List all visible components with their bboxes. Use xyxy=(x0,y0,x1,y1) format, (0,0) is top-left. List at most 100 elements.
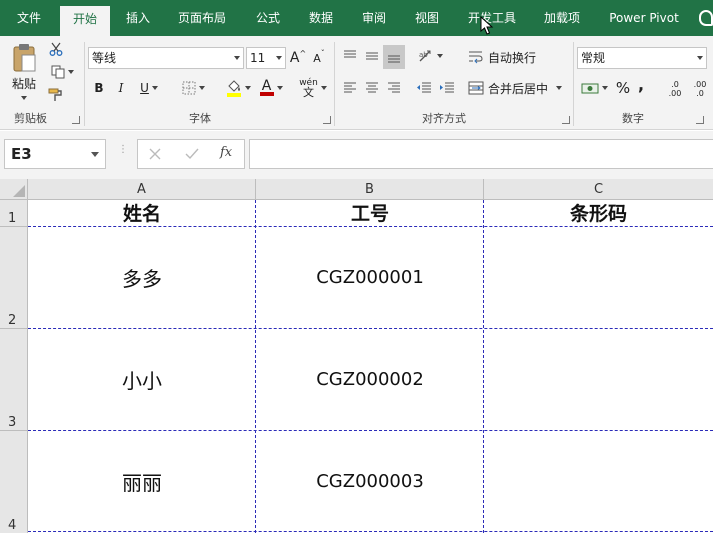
font-name-value: 等线 xyxy=(92,51,117,65)
underline-dropdown-icon xyxy=(151,86,158,90)
orientation-button[interactable]: ab xyxy=(414,45,446,67)
decrease-decimal-top: .00 xyxy=(693,80,707,89)
font-dialog-launcher[interactable] xyxy=(323,116,331,124)
tell-me-bulb-icon[interactable] xyxy=(699,10,713,26)
increase-indent-icon xyxy=(440,82,454,93)
percent-style-button[interactable]: % xyxy=(614,78,632,98)
cell-b2[interactable]: CGZ000001 xyxy=(256,227,484,328)
cell-c3[interactable] xyxy=(484,329,713,430)
copy-dropdown-icon xyxy=(67,70,74,74)
enter-check-icon[interactable] xyxy=(185,148,199,160)
row-number: 3 xyxy=(8,415,17,430)
scissors-icon xyxy=(49,42,63,56)
column-header-a[interactable]: A xyxy=(28,179,256,200)
formula-bar-grip-icon[interactable]: ⋮ xyxy=(118,145,128,161)
cell-a3[interactable]: 小小 xyxy=(28,329,256,430)
insert-function-button[interactable]: fx xyxy=(220,145,232,160)
tab-formulas[interactable]: 公式 xyxy=(244,0,292,36)
cut-button[interactable] xyxy=(47,40,65,58)
tab-addins[interactable]: 加载项 xyxy=(536,0,588,36)
decrease-indent-icon xyxy=(417,82,431,93)
cell-a2[interactable]: 多多 xyxy=(28,227,256,328)
font-name-select[interactable]: 等线 xyxy=(88,47,244,69)
borders-dropdown-icon xyxy=(198,86,205,90)
number-format-select[interactable]: 常规 xyxy=(577,47,707,69)
font-color-glyph: A xyxy=(261,78,272,94)
font-color-button[interactable]: A xyxy=(256,78,286,98)
tab-file[interactable]: 文件 xyxy=(4,0,54,36)
cell-b3[interactable]: CGZ000002 xyxy=(256,329,484,430)
alignment-dialog-launcher[interactable] xyxy=(562,116,570,124)
align-center-button[interactable] xyxy=(362,78,382,98)
cell-c4[interactable] xyxy=(484,431,713,531)
formula-input[interactable] xyxy=(249,139,713,169)
cell-c1[interactable]: 条形码 xyxy=(484,200,713,226)
cell-b1[interactable]: 工号 xyxy=(256,200,484,226)
paste-button[interactable]: 粘贴 xyxy=(8,40,40,102)
font-size-value: 11 xyxy=(250,51,266,65)
align-middle-icon xyxy=(366,52,378,60)
cell-b4[interactable]: CGZ000003 xyxy=(256,431,484,531)
align-middle-button[interactable] xyxy=(362,45,382,67)
tab-view[interactable]: 视图 xyxy=(403,0,451,36)
ribbon: 粘贴 剪贴板 等线 11 A ^ Aˇ B I U A wén 文 字体 ab … xyxy=(0,36,713,130)
column-header-b[interactable]: B xyxy=(256,179,484,200)
align-bottom-button[interactable] xyxy=(383,45,405,69)
row-header-2[interactable]: 2 xyxy=(0,227,28,329)
decrease-decimal-button[interactable]: .00 .0 xyxy=(690,77,710,101)
align-right-icon xyxy=(388,82,400,93)
accounting-format-button[interactable] xyxy=(578,78,610,98)
align-right-button[interactable] xyxy=(384,78,404,98)
wrap-text-button[interactable]: 自动换行 xyxy=(468,47,540,67)
cell-c2[interactable] xyxy=(484,227,713,328)
borders-button[interactable] xyxy=(176,78,210,98)
merge-center-button[interactable]: 合并后居中 xyxy=(468,78,568,98)
number-format-value: 常规 xyxy=(581,51,606,65)
increase-decimal-button[interactable]: .0 .00 xyxy=(665,77,685,101)
formula-buttons: fx xyxy=(137,139,245,169)
font-color-swatch xyxy=(259,92,274,96)
row-header-3[interactable]: 3 xyxy=(0,329,28,431)
font-size-select[interactable]: 11 xyxy=(246,47,286,69)
decrease-font-size-button[interactable]: Aˇ xyxy=(311,48,327,68)
format-painter-button[interactable] xyxy=(47,86,65,104)
phonetic-char-glyph: 文 xyxy=(302,86,314,99)
select-all-corner[interactable] xyxy=(0,179,28,200)
name-box[interactable]: E3 xyxy=(4,139,106,169)
fill-color-button[interactable] xyxy=(221,78,255,98)
format-painter-brush-icon xyxy=(48,88,62,101)
decrease-indent-button[interactable] xyxy=(414,78,434,98)
tab-page-layout[interactable]: 页面布局 xyxy=(170,0,234,36)
align-left-button[interactable] xyxy=(340,78,360,98)
clipboard-dialog-launcher[interactable] xyxy=(72,116,80,124)
shrink-font-glyph: A xyxy=(313,51,321,65)
merge-cells-icon xyxy=(468,81,484,95)
underline-button[interactable]: U xyxy=(134,78,164,98)
paste-dropdown-icon xyxy=(21,95,27,100)
currency-icon xyxy=(581,83,598,94)
increase-font-size-button[interactable]: A ^ xyxy=(290,48,306,68)
row-header-1[interactable]: 1 xyxy=(0,200,28,227)
copy-button[interactable] xyxy=(47,63,77,81)
tab-review[interactable]: 审阅 xyxy=(350,0,398,36)
row-header-4[interactable]: 4 xyxy=(0,431,28,533)
cell-a1[interactable]: 姓名 xyxy=(28,200,256,226)
increase-indent-button[interactable] xyxy=(437,78,457,98)
tab-insert[interactable]: 插入 xyxy=(114,0,162,36)
number-group-label: 数字 xyxy=(622,112,644,125)
tab-data[interactable]: 数据 xyxy=(297,0,345,36)
group-divider xyxy=(334,42,335,126)
cancel-x-icon[interactable] xyxy=(149,148,161,160)
italic-button[interactable]: I xyxy=(112,78,130,98)
cell-a4[interactable]: 丽丽 xyxy=(28,431,256,531)
mouse-cursor-icon xyxy=(480,16,494,35)
comma-style-button[interactable]: , xyxy=(634,74,648,94)
bold-button[interactable]: B xyxy=(90,78,108,98)
align-top-button[interactable] xyxy=(340,45,360,67)
column-header-c[interactable]: C xyxy=(484,179,713,200)
tab-power-pivot[interactable]: Power Pivot xyxy=(604,0,684,36)
wrap-text-icon xyxy=(469,51,483,64)
number-dialog-launcher[interactable] xyxy=(696,116,704,124)
phonetic-guide-button[interactable]: wén 文 xyxy=(298,76,328,100)
tab-home[interactable]: 开始 xyxy=(60,6,110,36)
